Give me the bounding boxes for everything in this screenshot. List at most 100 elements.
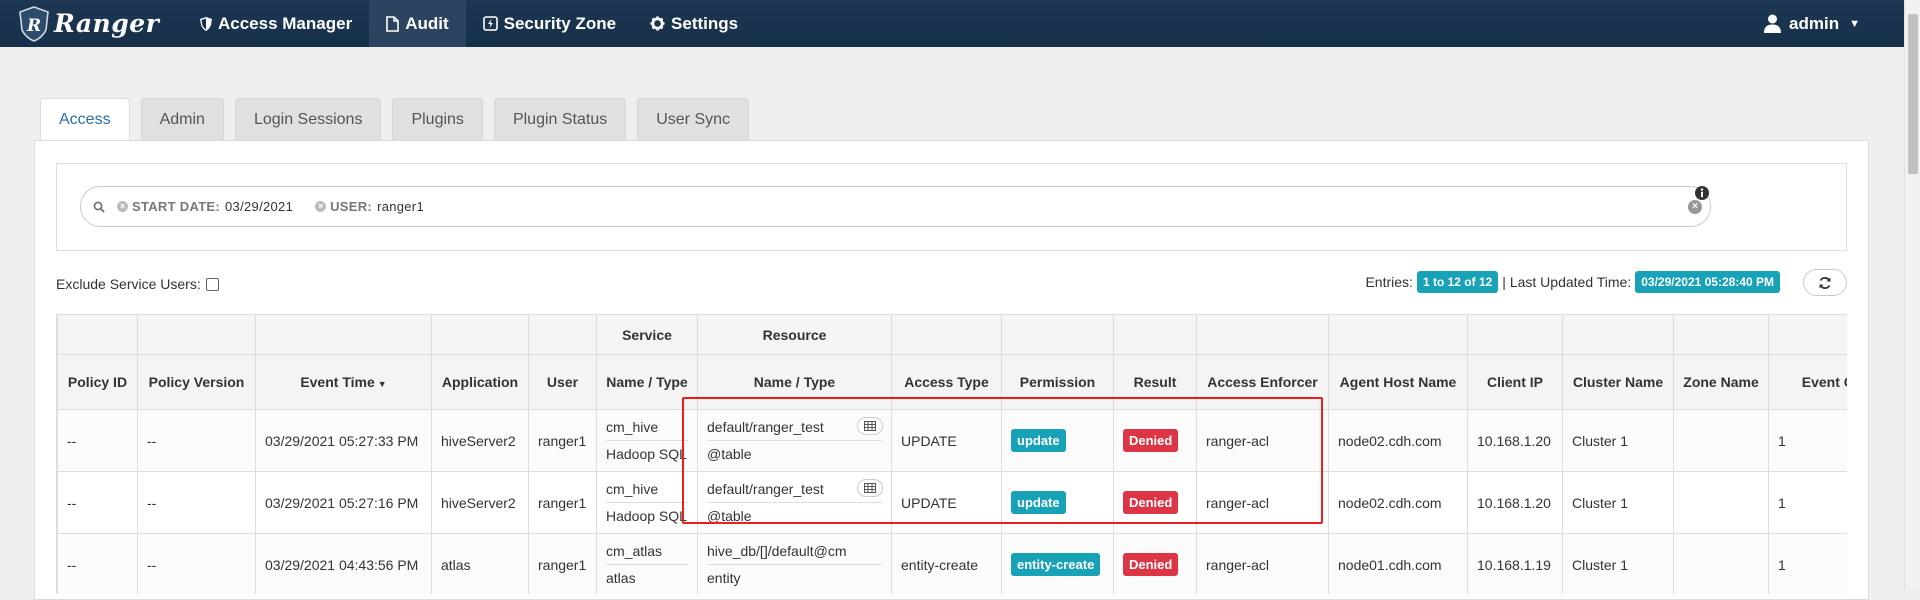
cell-resource: hive_db/[]/default@cm entity (697, 533, 892, 594)
resource-name: default/ranger_test (707, 419, 882, 441)
cell-user: ranger1 (528, 471, 597, 534)
cell-policy-id: -- (57, 533, 138, 594)
search-input[interactable]: × START DATE: 03/29/2021 × USER: ranger1… (80, 186, 1711, 227)
facet-key: START DATE: (132, 199, 221, 214)
zone-icon (482, 16, 498, 31)
cell-agent-host: node01.cdh.com (1328, 533, 1468, 594)
svg-text:R: R (26, 16, 41, 36)
cell-user: ranger1 (528, 533, 597, 594)
nav-access-manager-label: Access Manager (218, 13, 353, 33)
cell-zone (1673, 533, 1769, 594)
cell-application: hiveServer2 (431, 409, 529, 472)
cell-access-enforcer: ranger-acl (1196, 471, 1329, 534)
cell-permission: entity-create (1001, 533, 1114, 594)
tab-user-sync[interactable]: User Sync (637, 98, 750, 140)
last-updated-label: | Last Updated Time: (1502, 274, 1632, 290)
facet-value[interactable]: ranger1 (377, 199, 424, 214)
service-type: Hadoop SQL (606, 446, 687, 462)
nav-security-zone[interactable]: Security Zone (466, 0, 633, 47)
cell-cluster: Cluster 1 (1562, 471, 1674, 534)
nav-settings[interactable]: Settings (633, 0, 755, 47)
page-scrollbar[interactable] (1904, 0, 1920, 590)
cell-permission: update (1001, 471, 1114, 534)
cell-policy-version: -- (137, 409, 256, 472)
audit-tabs: Access Admin Login Sessions Plugins Plug… (40, 98, 760, 141)
table-row[interactable]: -- -- 03/29/2021 05:27:16 PM hiveServer2… (57, 471, 1847, 534)
ranger-logo-icon: R (19, 5, 49, 42)
clear-search-icon[interactable]: × (1688, 200, 1702, 214)
facet-start-date[interactable]: × START DATE: 03/29/2021 (117, 199, 293, 214)
table-row[interactable]: -- -- 03/29/2021 05:27:33 PM hiveServer2… (57, 409, 1847, 472)
cell-client-ip: 10.168.1.19 (1467, 533, 1563, 594)
col-policy-id: Policy ID (57, 354, 138, 410)
cell-policy-version: -- (137, 533, 256, 594)
table-icon[interactable] (857, 417, 883, 435)
gear-icon (650, 16, 665, 31)
col-access-enforcer: Access Enforcer (1196, 354, 1329, 410)
cell-result: Denied (1113, 533, 1197, 594)
cell-client-ip: 10.168.1.20 (1467, 409, 1563, 472)
tab-admin[interactable]: Admin (140, 98, 224, 140)
facet-key: USER: (330, 199, 373, 214)
brand-name: Ranger (54, 9, 160, 38)
col-user: User (528, 354, 597, 410)
info-icon[interactable] (1695, 186, 1709, 200)
col-event-time-label: Event Time (300, 374, 375, 390)
col-event-time[interactable]: Event Time ▼ (255, 354, 432, 410)
cell-access-type: entity-create (891, 533, 1002, 594)
brand[interactable]: R Ranger (18, 5, 183, 42)
nav-access-manager[interactable]: Access Manager (183, 0, 369, 47)
refresh-button[interactable] (1803, 269, 1847, 296)
facet-user[interactable]: × USER: ranger1 (315, 199, 424, 214)
nav-security-zone-label: Security Zone (503, 13, 617, 33)
exclude-service-users: Exclude Service Users: (56, 276, 219, 292)
cell-application: hiveServer2 (431, 471, 529, 534)
service-type: atlas (606, 570, 636, 586)
cell-event-time: 03/29/2021 04:43:56 PM (255, 533, 432, 594)
cell-result: Denied (1113, 409, 1197, 472)
col-service-name-type: Name / Type (596, 354, 698, 410)
table-row[interactable]: -- -- 03/29/2021 04:43:56 PM atlas range… (57, 533, 1847, 594)
exclude-service-users-checkbox[interactable] (205, 277, 219, 291)
cell-access-type: UPDATE (891, 409, 1002, 472)
user-name: admin (1789, 13, 1840, 33)
cell-access-enforcer: ranger-acl (1196, 533, 1329, 594)
top-navbar: R Ranger Access Manager Audit Security Z… (0, 0, 1904, 47)
col-result: Result (1113, 354, 1197, 410)
facet-value[interactable]: 03/29/2021 (225, 199, 293, 214)
cell-application: atlas (431, 533, 529, 594)
sort-desc-icon: ▼ (377, 379, 387, 389)
tab-plugins[interactable]: Plugins (392, 98, 483, 140)
tab-plugin-status[interactable]: Plugin Status (493, 98, 627, 140)
cell-access-enforcer: ranger-acl (1196, 409, 1329, 472)
col-access-type: Access Type (891, 354, 1002, 410)
cell-resource: default/ranger_test @table (697, 471, 892, 534)
tab-login-sessions[interactable]: Login Sessions (234, 98, 382, 140)
nav-audit[interactable]: Audit (369, 0, 466, 47)
cell-client-ip: 10.168.1.20 (1467, 471, 1563, 534)
cell-event-time: 03/29/2021 05:27:16 PM (255, 471, 432, 534)
refresh-icon (1819, 276, 1831, 289)
service-name: cm_hive (606, 419, 688, 441)
group-header-resource: Resource (697, 314, 892, 355)
col-policy-version: Policy Version (137, 354, 256, 410)
cell-access-type: UPDATE (891, 471, 1002, 534)
permission-label: update (1011, 429, 1066, 452)
tab-access[interactable]: Access (40, 98, 130, 141)
resource-type: @table (707, 508, 752, 524)
resource-name: hive_db/[]/default@cm (707, 543, 882, 565)
user-icon (1764, 14, 1782, 33)
file-icon (386, 15, 399, 32)
table-icon[interactable] (857, 479, 883, 497)
cell-event-time: 03/29/2021 05:27:33 PM (255, 409, 432, 472)
user-menu[interactable]: admin ▼ (1764, 0, 1860, 47)
remove-facet-icon[interactable]: × (117, 201, 128, 212)
shield-icon (200, 16, 212, 31)
remove-facet-icon[interactable]: × (315, 201, 327, 212)
col-resource-name-type: Name / Type (697, 354, 892, 410)
cell-result: Denied (1113, 471, 1197, 534)
cell-service: cm_atlas atlas (596, 533, 698, 594)
nav-settings-label: Settings (671, 13, 739, 33)
col-permission: Permission (1001, 354, 1114, 410)
cell-service: cm_hive Hadoop SQL (596, 471, 698, 534)
